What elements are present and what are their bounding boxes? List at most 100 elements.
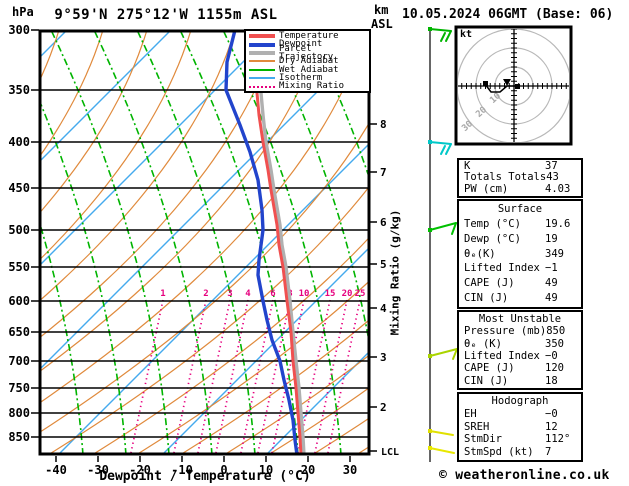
table-row-label: CIN (J) [464, 292, 509, 305]
table-row-value: 19 [545, 232, 558, 245]
wind-barb [445, 30, 452, 42]
table-row-label: Temp (°C) [464, 217, 521, 230]
table-row-label: CAPE (J) [464, 362, 515, 375]
station-title: 9°59'N 275°12'W 1155m ASL [54, 7, 278, 23]
pressure-tick-label: 500 [8, 223, 30, 237]
table-row-value: 112° [545, 433, 571, 446]
table-row-value: 18 [545, 374, 558, 387]
km-tick-label: 6 [380, 216, 387, 229]
table-row-label: CIN (J) [464, 374, 509, 387]
mixing-ratio-value: 1 [160, 289, 165, 299]
legend-swatch [249, 60, 275, 63]
legend: Temperature Dewpoint Parcel Trajectory Dry … [244, 29, 371, 93]
legend-swatch [249, 77, 275, 80]
pressure-tick-label: 650 [8, 325, 30, 339]
legend-swatch [249, 50, 275, 55]
table-row: PW (cm) 4.03 [459, 182, 581, 195]
mixing-ratio-axis-label: Mixing Ratio (g/kg) [388, 209, 402, 336]
km-tick-label: 5 [380, 258, 387, 271]
table-section-most-unstable: Most Unstable Pressure (mb) 850 θₑ (K) 350 Li… [457, 310, 583, 390]
pressure-tick-label: 300 [8, 23, 30, 37]
table-row: CAPE (J) 49 [459, 276, 581, 291]
mixing-ratio-value: 25 [355, 289, 366, 299]
wind-barb [429, 28, 452, 32]
table-row-value: −0 [545, 407, 558, 420]
table-section-surface: Surface Temp (°C) 19.6 Dewp (°C) 19 θₑ(K) 349 L… [457, 199, 583, 309]
dry-adiabat-line [40, 31, 280, 339]
table-row-value: 49 [545, 277, 558, 290]
dry-adiabat-line [40, 31, 368, 404]
pressure-tick-label: 800 [8, 406, 30, 420]
pressure-tick-label: 350 [8, 83, 30, 97]
table-row-label: CAPE (J) [464, 277, 515, 290]
wind-barb [429, 141, 452, 145]
mixing-ratio-value: 20 [342, 289, 353, 299]
table-row-value: 350 [545, 337, 564, 350]
table-row: CAPE (J) 120 [459, 362, 581, 374]
skewt-sounding-page: hPa 9°59'N 275°12'W 1155m ASL km ASL 10.… [0, 0, 629, 486]
legend-swatch [249, 34, 275, 39]
legend-swatch [249, 85, 275, 88]
table-row-value: −0 [545, 349, 558, 362]
table-row: Lifted Index −1 [459, 261, 581, 276]
legend-swatch [249, 68, 275, 71]
altitude-unit-km: km [374, 3, 389, 17]
wind-barb [440, 32, 446, 42]
mixing-ratio-value: 10 [299, 289, 310, 299]
table-row: SREH 12 [459, 421, 581, 434]
wind-barb [445, 143, 452, 155]
table-row-value: 349 [545, 247, 564, 260]
table-row: CIN (J) 18 [459, 375, 581, 387]
pressure-tick-label: 450 [8, 181, 30, 195]
table-row: CIN (J) 49 [459, 291, 581, 306]
hodograph: 102030 [454, 25, 573, 146]
table-row-label: θₑ (K) [464, 337, 502, 350]
table-row-label: PW (cm) [464, 182, 509, 195]
table-row-label: StmSpd (kt) [464, 446, 534, 459]
x-axis-label: Dewpoint / Temperature (°C) [99, 469, 311, 484]
wet-adiabat-line [136, 31, 256, 454]
wet-adiabat-line [50, 31, 170, 454]
pressure-tick-label: 400 [8, 135, 30, 149]
table-row-value: −1 [545, 262, 558, 275]
table-row: θₑ(K) 349 [459, 247, 581, 262]
table-row: Temp (°C) 19.6 [459, 217, 581, 232]
mixing-ratio-value: 3 [227, 289, 232, 299]
table-row-value: 12 [545, 420, 558, 433]
table-row: Pressure (mb) 850 [459, 325, 581, 337]
km-tick-label: 2 [380, 401, 387, 414]
mixing-ratio-value: 15 [325, 289, 336, 299]
datetime-label: 10.05.2024 06GMT (Base: 06) [402, 7, 614, 22]
wind-barb [429, 222, 457, 231]
table-row-value: 19.6 [545, 217, 571, 230]
table-row-label: SREH [464, 420, 490, 433]
table-section-indices: K 37 Totals Totals 43 PW (cm) 4.03 [457, 158, 583, 198]
legend-item-mixing-ratio: Mixing Ratio [249, 82, 369, 91]
table-section-hodograph: Hodograph EH −0 SREH 12 StmDir 112° StmSpd (kt)… [457, 392, 583, 462]
mixing-ratio-value: 6 [270, 289, 275, 299]
mixing-ratio-value: 4 [245, 289, 251, 299]
km-tick-label: 8 [380, 118, 387, 131]
mixing-ratio-value: 2 [203, 289, 208, 299]
dry-adiabat-line [40, 31, 236, 302]
legend-swatch [249, 42, 275, 47]
table-row-label: EH [464, 407, 477, 420]
hodograph-marker-square [483, 81, 488, 86]
pressure-tick-label: 600 [8, 294, 30, 308]
km-tick-label: 7 [380, 166, 387, 179]
hodograph-unit-label: kt [460, 29, 473, 40]
table-row-label: θₑ(K) [464, 247, 496, 260]
altitude-unit-asl: ASL [371, 17, 393, 31]
copyright: © weatheronline.co.uk [439, 468, 610, 483]
pressure-axis-unit: hPa [12, 5, 34, 19]
table-row-label: Dewp (°C) [464, 232, 521, 245]
table-row: Lifted Index −0 [459, 350, 581, 362]
hodograph-ring-label: 10 [488, 91, 503, 106]
table-row: Totals Totals 43 [459, 171, 581, 183]
hodograph-ring-label: 30 [460, 119, 475, 134]
table-row-value: 49 [545, 292, 558, 305]
wind-barb [429, 447, 455, 454]
hodograph-marker-square [515, 84, 520, 89]
dry-adiabat-line [40, 122, 369, 433]
table-row-label: StmDir [464, 433, 502, 446]
